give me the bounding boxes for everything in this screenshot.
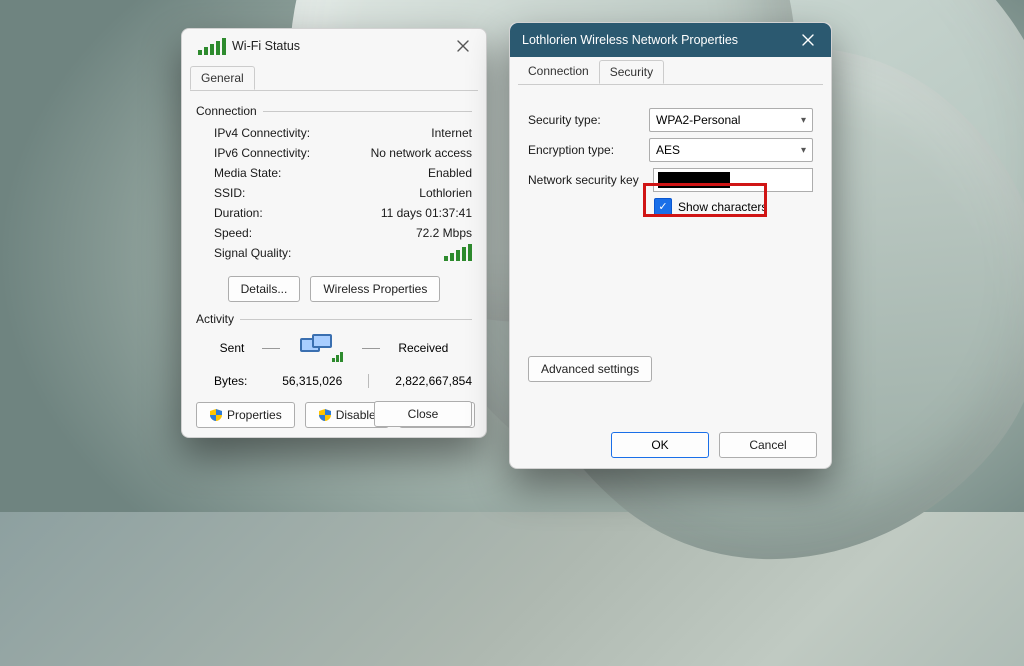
ssid-value: Lothlorien <box>419 184 472 202</box>
wireless-properties-window: Lothlorien Wireless Network Properties C… <box>509 22 832 469</box>
properties-button[interactable]: Properties <box>196 402 295 428</box>
bytes-sent-value: 56,315,026 <box>266 374 342 388</box>
received-label: Received <box>398 341 448 355</box>
media-state-label: Media State: <box>214 164 428 182</box>
details-button[interactable]: Details... <box>228 276 301 302</box>
network-security-key-label: Network security key <box>528 173 653 187</box>
group-activity: Activity <box>196 312 472 326</box>
chevron-down-icon: ▾ <box>801 145 806 156</box>
ok-button[interactable]: OK <box>611 432 709 458</box>
advanced-settings-button[interactable]: Advanced settings <box>528 356 652 382</box>
network-security-key-input[interactable] <box>653 168 813 192</box>
security-type-value: WPA2-Personal <box>656 113 740 127</box>
wireless-properties-button[interactable]: Wireless Properties <box>310 276 440 302</box>
close-button[interactable] <box>785 23 831 57</box>
signal-quality-label: Signal Quality: <box>214 244 438 266</box>
close-button[interactable] <box>440 29 486 63</box>
cancel-button[interactable]: Cancel <box>719 432 817 458</box>
bytes-received-value: 2,822,667,854 <box>395 374 472 388</box>
bytes-label: Bytes: <box>214 374 266 388</box>
ipv6-label: IPv6 Connectivity: <box>214 144 371 162</box>
tabs: Connection Security <box>518 60 823 85</box>
tab-security[interactable]: Security <box>599 60 664 84</box>
tab-connection[interactable]: Connection <box>518 60 599 84</box>
speed-value: 72.2 Mbps <box>416 224 472 242</box>
speed-label: Speed: <box>214 224 416 242</box>
ipv4-label: IPv4 Connectivity: <box>214 124 431 142</box>
wifi-signal-icon <box>192 38 226 55</box>
ipv6-value: No network access <box>371 144 472 162</box>
titlebar[interactable]: Wi-Fi Status <box>182 29 486 63</box>
network-activity-icon <box>298 332 344 364</box>
uac-shield-icon <box>318 408 332 422</box>
security-type-label: Security type: <box>528 113 649 127</box>
encryption-type-label: Encryption type: <box>528 143 649 157</box>
separator <box>368 374 369 388</box>
window-title: Lothlorien Wireless Network Properties <box>522 33 738 47</box>
tabs: General <box>190 66 478 91</box>
wifi-status-body: Connection IPv4 Connectivity:Internet IP… <box>182 90 486 444</box>
encryption-type-value: AES <box>656 143 680 157</box>
show-characters-label: Show characters <box>678 200 767 214</box>
duration-label: Duration: <box>214 204 381 222</box>
ssid-label: SSID: <box>214 184 419 202</box>
wifi-status-window: Wi-Fi Status General Connection IPv4 Con… <box>181 28 487 438</box>
titlebar[interactable]: Lothlorien Wireless Network Properties <box>510 23 831 57</box>
uac-shield-icon <box>209 408 223 422</box>
show-characters-checkbox[interactable]: ✓ <box>654 198 672 216</box>
chevron-down-icon: ▾ <box>801 115 806 126</box>
window-title: Wi-Fi Status <box>232 39 300 53</box>
tab-general[interactable]: General <box>190 66 255 90</box>
ipv4-value: Internet <box>431 124 472 142</box>
encryption-type-dropdown[interactable]: AES ▾ <box>649 138 813 162</box>
signal-quality-icon <box>438 244 472 266</box>
duration-value: 11 days 01:37:41 <box>381 204 472 222</box>
group-connection: Connection <box>196 104 472 118</box>
media-state-value: Enabled <box>428 164 472 182</box>
sent-label: Sent <box>220 341 245 355</box>
security-type-dropdown[interactable]: WPA2-Personal ▾ <box>649 108 813 132</box>
redacted-key <box>658 172 730 188</box>
close-dialog-button[interactable]: Close <box>374 401 472 427</box>
